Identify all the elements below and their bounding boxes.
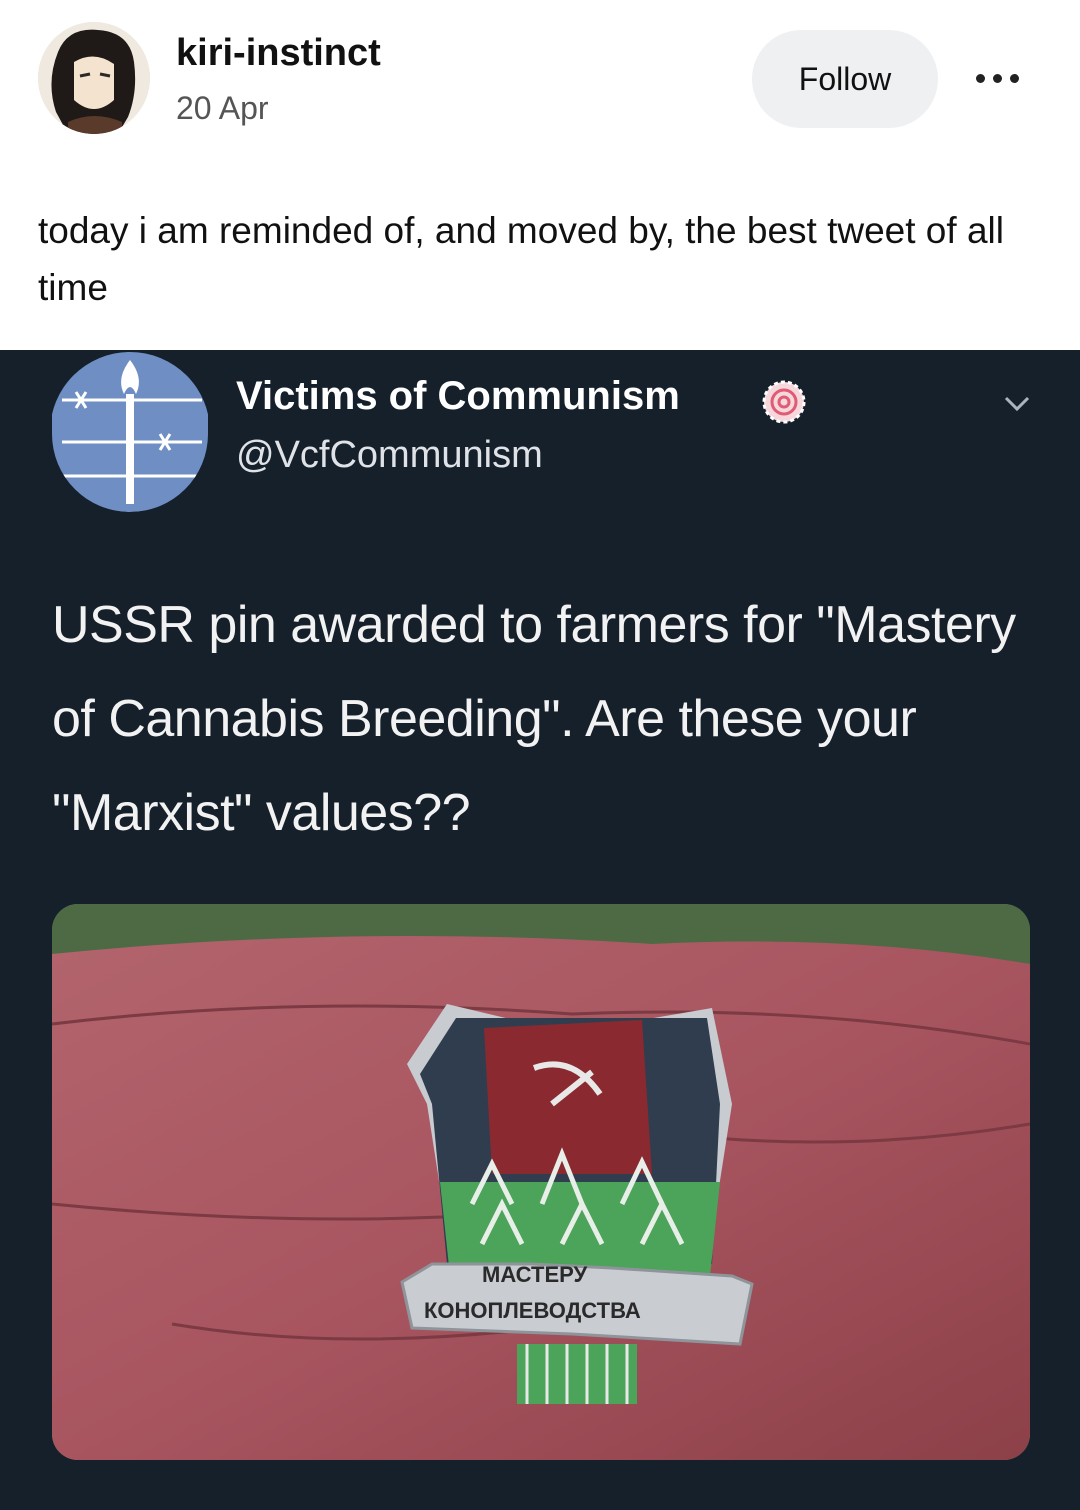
pin-text-line2: КОНОПЛЕВОДСТВА: [424, 1298, 641, 1323]
username[interactable]: kiri-instinct: [176, 32, 381, 75]
post-caption: today i am reminded of, and moved by, th…: [38, 210, 1004, 308]
tweet-text: USSR pin awarded to farmers for "Mastery…: [52, 596, 1016, 842]
pin-text-line1: МАСТЕРУ: [482, 1262, 588, 1287]
post-date: 20 Apr: [176, 90, 269, 126]
verified-badge-icon: [762, 380, 806, 424]
tweet-handle: @VcfCommunism: [236, 434, 543, 476]
tweet-media-image: МАСТЕРУ КОНОПЛЕВОДСТВА: [52, 904, 1030, 1460]
tweet-avatar: [52, 350, 208, 512]
ellipsis-icon[interactable]: [962, 58, 1032, 98]
chevron-down-icon[interactable]: [1000, 386, 1034, 420]
post-header: kiri-instinct 20 Apr Follow: [0, 0, 1080, 180]
tweet-display-name: Victims of Communism: [236, 374, 680, 418]
follow-button[interactable]: Follow: [752, 30, 938, 128]
embedded-tweet-screenshot: Victims of Communism @VcfCommunism USSR …: [0, 350, 1080, 1510]
user-avatar[interactable]: [38, 22, 150, 134]
